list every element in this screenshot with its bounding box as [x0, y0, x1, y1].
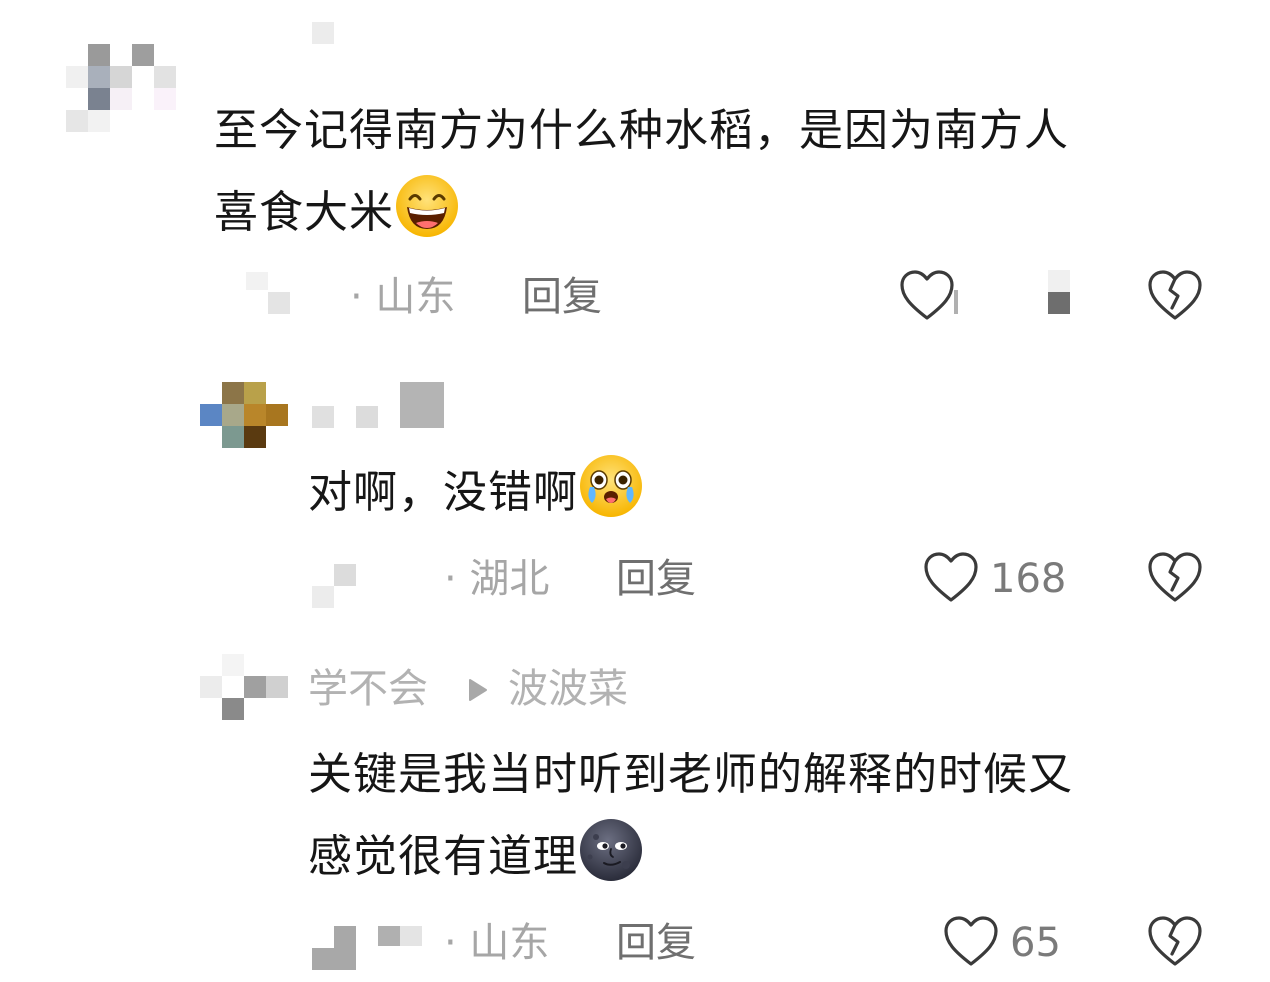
username[interactable] [312, 22, 334, 44]
dislike-button[interactable] [1146, 914, 1204, 968]
like-button[interactable] [898, 268, 956, 322]
heart-icon [944, 916, 998, 966]
like-button[interactable] [942, 914, 1000, 968]
dislike-button[interactable] [1146, 268, 1204, 322]
timestamp [268, 292, 290, 314]
timestamp [312, 586, 334, 608]
reply-button[interactable]: 回复 [522, 272, 602, 322]
avatar[interactable] [200, 382, 288, 450]
timestamp [334, 926, 356, 948]
like-count: 168 [990, 556, 1067, 602]
like-button[interactable] [922, 550, 980, 604]
timestamp [400, 926, 422, 946]
broken-heart-icon [1148, 552, 1202, 602]
dislike-button[interactable] [1146, 550, 1204, 604]
like-count [1048, 270, 1070, 292]
username[interactable] [312, 382, 446, 428]
location: · 湖北 [444, 556, 550, 602]
face-holding-back-tears-icon [580, 455, 642, 517]
like-count [954, 290, 958, 314]
reply-to-username[interactable]: 波波菜 [508, 664, 628, 714]
reply-button[interactable]: 回复 [616, 554, 696, 604]
comment-text: 至今记得南方为什么种水稻，是因为南方人 喜食大米 [214, 90, 1069, 254]
timestamp [312, 948, 356, 970]
reply-arrow-icon [469, 679, 487, 701]
reply-from-username[interactable]: 学不会 [308, 664, 428, 714]
heart-icon [900, 270, 954, 320]
comment-text-line: 至今记得南方为什么种水稻，是因为南方人 [214, 105, 1069, 156]
grinning-squinting-face-icon [396, 175, 458, 237]
location: · 山东 [444, 920, 550, 966]
location: · 山东 [350, 274, 456, 320]
avatar[interactable] [200, 654, 288, 722]
like-count: 65 [1010, 920, 1061, 966]
comment-text-line: 对啊，没错啊 [308, 467, 578, 518]
comment-text-line: 喜食大米 [214, 187, 394, 238]
broken-heart-icon [1148, 916, 1202, 966]
comment-text: 关键是我当时听到老师的解释的时候又 感觉很有道理 [308, 734, 1073, 898]
timestamp [246, 272, 268, 290]
heart-icon [924, 552, 978, 602]
timestamp [378, 926, 400, 946]
comment-text: 对啊，没错啊 [308, 452, 644, 534]
comment-text-line: 感觉很有道理 [308, 831, 578, 882]
timestamp [334, 564, 356, 586]
reply-button[interactable]: 回复 [616, 918, 696, 968]
like-count [1048, 292, 1070, 314]
broken-heart-icon [1148, 270, 1202, 320]
comment-text-line: 关键是我当时听到老师的解释的时候又 [308, 749, 1073, 800]
new-moon-face-icon [580, 819, 642, 881]
avatar[interactable] [66, 20, 178, 134]
